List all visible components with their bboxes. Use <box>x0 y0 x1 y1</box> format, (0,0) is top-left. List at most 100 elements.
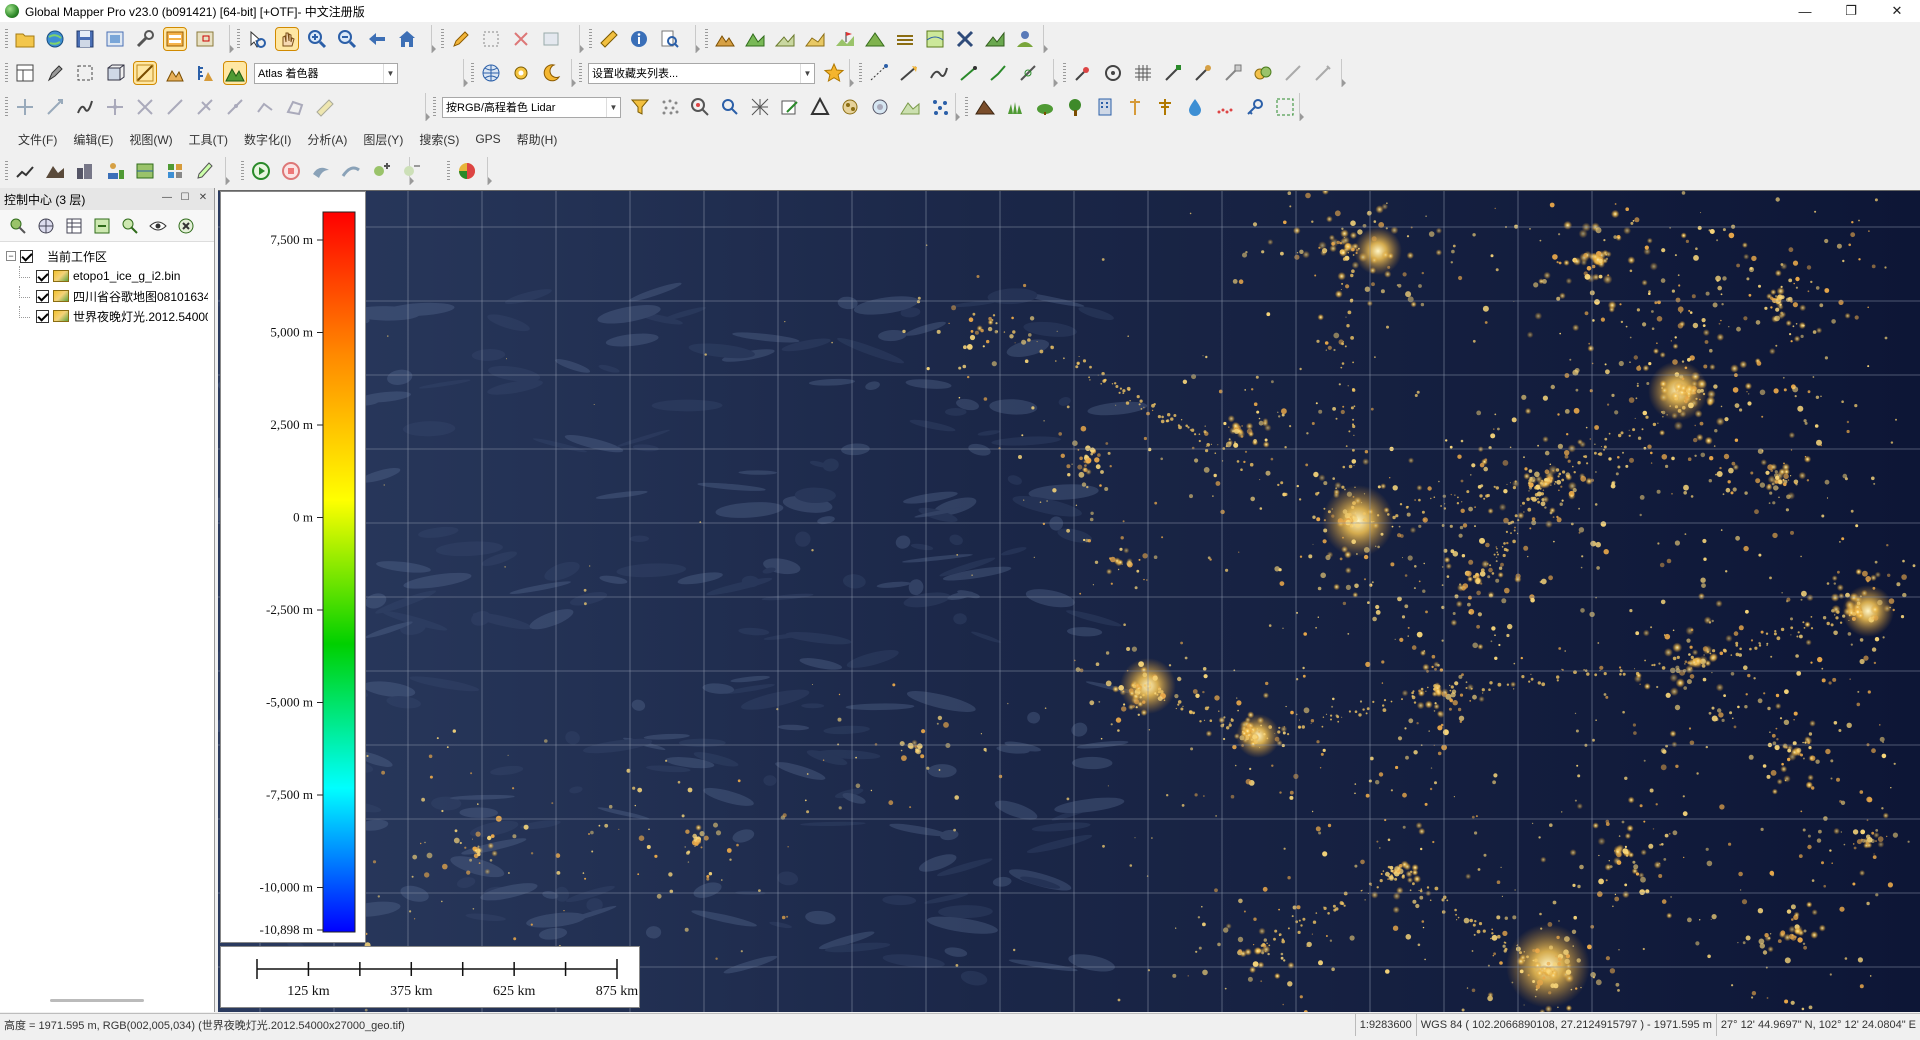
menu-view[interactable]: 视图(W) <box>129 131 172 148</box>
shape-edit-icon[interactable] <box>1222 62 1244 84</box>
contour-icon[interactable] <box>894 28 916 50</box>
maximize-button[interactable]: ❐ <box>1828 0 1874 22</box>
pin-pencil-icon[interactable] <box>44 62 66 84</box>
zoom-in-icon[interactable] <box>306 28 328 50</box>
color-palette-icon[interactable] <box>456 160 478 182</box>
frame-icon[interactable] <box>74 62 96 84</box>
measure-line-icon[interactable] <box>1282 62 1304 84</box>
play-icon[interactable] <box>250 160 272 182</box>
rotate-icon[interactable] <box>44 96 66 118</box>
menu-tools[interactable]: 工具(T) <box>189 131 228 148</box>
lidar-search-icon[interactable] <box>689 96 711 118</box>
lidar-query-icon[interactable] <box>719 96 741 118</box>
layer-checkbox[interactable] <box>36 289 49 303</box>
noise-points-icon[interactable] <box>1214 96 1236 118</box>
pan-hand-icon[interactable] <box>275 27 299 51</box>
workspace-checkbox[interactable] <box>20 249 33 263</box>
edit-feature-icon[interactable] <box>540 28 562 50</box>
menu-layer[interactable]: 图层(Y) <box>363 131 403 148</box>
remove-waypoint-icon[interactable] <box>400 160 422 182</box>
city-icon[interactable] <box>74 160 96 182</box>
target-icon[interactable] <box>1102 62 1124 84</box>
map-sheet-icon[interactable] <box>134 160 156 182</box>
split-line-icon[interactable] <box>164 96 186 118</box>
pencil-icon[interactable] <box>450 28 472 50</box>
shader-select[interactable]: Atlas 着色器 ▼ <box>254 62 398 84</box>
vertex-icon[interactable] <box>254 96 276 118</box>
line-smooth-icon[interactable] <box>928 62 950 84</box>
snap-icon[interactable] <box>1192 62 1214 84</box>
menu-digitize[interactable]: 数字化(I) <box>244 131 291 148</box>
delete-icon[interactable] <box>510 28 532 50</box>
select-box-icon[interactable] <box>480 28 502 50</box>
shrub-icon[interactable] <box>1034 96 1056 118</box>
overview-map-icon[interactable] <box>194 28 216 50</box>
menu-help[interactable]: 帮助(H) <box>517 131 558 148</box>
panel-close-button[interactable]: ✕ <box>196 191 210 205</box>
view-shed-icon[interactable] <box>744 28 766 50</box>
pole-icon[interactable] <box>1124 96 1146 118</box>
buffer-shapes-icon[interactable] <box>1252 62 1274 84</box>
lighting-settings-icon[interactable] <box>510 62 532 84</box>
vertex-move-icon[interactable] <box>1162 62 1184 84</box>
cut-icon[interactable] <box>194 96 216 118</box>
panel-minimize-button[interactable]: — <box>160 191 174 205</box>
layer-item[interactable]: 四川省谷歌地图08101634 <box>6 286 214 306</box>
save-icon[interactable] <box>74 28 96 50</box>
lidar-spray-icon[interactable] <box>929 96 951 118</box>
reshape-icon[interactable] <box>74 96 96 118</box>
point-create-icon[interactable] <box>1072 62 1094 84</box>
lidar-grid-icon[interactable] <box>749 96 771 118</box>
power-line-icon[interactable] <box>1154 96 1176 118</box>
3d-view-icon[interactable] <box>104 62 126 84</box>
hillshade-toggle-icon[interactable] <box>133 61 157 85</box>
water-drop-icon[interactable] <box>1184 96 1206 118</box>
measure-ruler-icon[interactable] <box>598 28 620 50</box>
map-layout-icon[interactable] <box>924 28 946 50</box>
menu-gps[interactable]: GPS <box>475 132 500 146</box>
line-split-icon[interactable] <box>1018 62 1040 84</box>
line-edit-icon[interactable] <box>868 62 890 84</box>
attribute-table-icon[interactable] <box>64 216 84 236</box>
control-center-icon[interactable] <box>163 27 187 51</box>
lidar-class-icon[interactable] <box>839 96 861 118</box>
tiles-icon[interactable] <box>164 160 186 182</box>
lidar-filter-icon[interactable] <box>629 96 651 118</box>
minimize-button[interactable]: — <box>1782 0 1828 22</box>
favorite-star-icon[interactable] <box>823 62 845 84</box>
grass-icon[interactable] <box>1004 96 1026 118</box>
night-moon-icon[interactable] <box>540 62 562 84</box>
zoom-to-layer-icon[interactable] <box>120 216 140 236</box>
mountain-view-icon[interactable] <box>44 160 66 182</box>
lidar-edit-icon[interactable] <box>779 96 801 118</box>
3d-terrain-icon[interactable] <box>984 28 1006 50</box>
favorites-select[interactable]: 设置收藏夹列表... ▼ <box>588 62 815 84</box>
line-of-sight-icon[interactable] <box>774 28 796 50</box>
export-icon[interactable] <box>104 28 126 50</box>
workspace-node[interactable]: − 当前工作区 <box>6 246 214 266</box>
cut-fill-icon[interactable] <box>804 28 826 50</box>
tree-icon[interactable] <box>1064 96 1086 118</box>
scale-icon[interactable] <box>134 96 156 118</box>
line-green-icon[interactable] <box>958 62 980 84</box>
lidar-points-icon[interactable] <box>659 96 681 118</box>
stop-icon[interactable] <box>280 160 302 182</box>
layer-item[interactable]: etopo1_ice_g_i2.bin <box>6 266 214 286</box>
fly-path-icon[interactable] <box>340 160 362 182</box>
lidar-color-select[interactable]: 按RGB/高程着色 Lidar ▼ <box>442 96 621 118</box>
open-layer-icon[interactable] <box>8 216 28 236</box>
zoom-select-icon[interactable] <box>246 28 268 50</box>
panel-float-button[interactable]: ☐ <box>178 191 192 205</box>
globe-download-icon[interactable] <box>44 28 66 50</box>
map-view[interactable] <box>218 190 1920 1012</box>
flag-terrain-icon[interactable] <box>834 28 856 50</box>
pan-cross-icon[interactable] <box>104 96 126 118</box>
triangle-icon[interactable] <box>809 96 831 118</box>
ruler-diag-icon[interactable] <box>314 96 336 118</box>
key-icon[interactable] <box>1244 96 1266 118</box>
user-terrain-icon[interactable] <box>1014 28 1036 50</box>
layer-options-icon[interactable] <box>92 216 112 236</box>
building-icon[interactable] <box>1094 96 1116 118</box>
search-document-icon[interactable] <box>658 28 680 50</box>
layer-visibility-icon[interactable] <box>148 216 168 236</box>
